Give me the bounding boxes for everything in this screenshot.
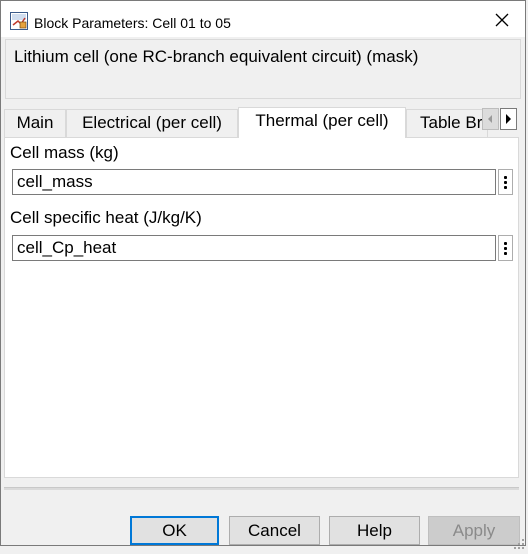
tab-scroll-right-button[interactable] xyxy=(500,108,517,130)
thermal-parameters-panel: Cell mass (kg) Cell specific heat (J/kg/… xyxy=(4,137,519,478)
simulink-block-icon xyxy=(10,12,28,30)
cell-mass-input[interactable] xyxy=(12,169,496,195)
mask-description-text: Lithium cell (one RC-branch equivalent c… xyxy=(14,47,419,66)
window-title: Block Parameters: Cell 01 to 05 xyxy=(34,15,231,31)
help-button[interactable]: Help xyxy=(329,516,420,545)
mask-description: Lithium cell (one RC-branch equivalent c… xyxy=(5,39,521,99)
tab-scroll-left-button[interactable] xyxy=(482,108,499,130)
cell-specific-heat-options-button[interactable] xyxy=(498,235,513,261)
tab-table-based[interactable]: Table Br xyxy=(406,109,488,137)
cell-specific-heat-label: Cell specific heat (J/kg/K) xyxy=(10,208,202,227)
tab-electrical[interactable]: Electrical (per cell) xyxy=(66,109,238,137)
cell-specific-heat-input[interactable] xyxy=(12,235,496,261)
cell-mass-options-button[interactable] xyxy=(498,169,513,195)
apply-button[interactable]: Apply xyxy=(428,516,520,545)
tab-thermal[interactable]: Thermal (per cell) xyxy=(238,107,406,138)
cancel-button[interactable]: Cancel xyxy=(229,516,320,545)
title-bar[interactable]: Block Parameters: Cell 01 to 05 xyxy=(1,1,525,37)
ok-button[interactable]: OK xyxy=(130,516,219,545)
arrow-right-icon xyxy=(506,114,511,124)
tab-main[interactable]: Main xyxy=(4,109,66,137)
close-icon xyxy=(495,13,509,27)
divider xyxy=(4,487,519,490)
resize-grip-icon[interactable] xyxy=(511,535,525,549)
tab-bar: Main Electrical (per cell) Thermal (per … xyxy=(4,107,524,138)
cell-mass-label: Cell mass (kg) xyxy=(10,143,119,162)
block-parameters-dialog: Block Parameters: Cell 01 to 05 Lithium … xyxy=(0,0,526,549)
arrow-left-icon xyxy=(488,115,492,123)
close-button[interactable] xyxy=(485,5,519,33)
